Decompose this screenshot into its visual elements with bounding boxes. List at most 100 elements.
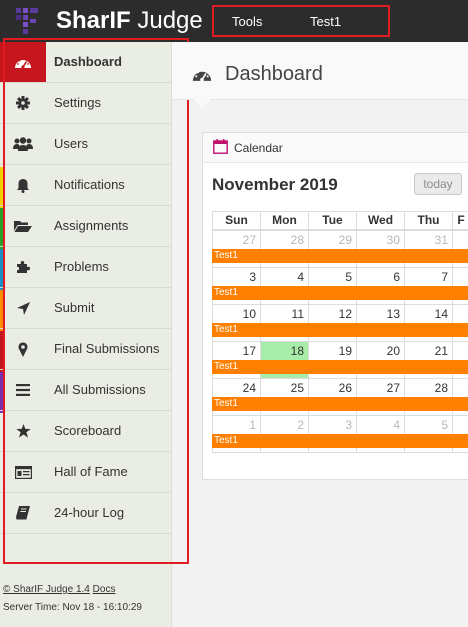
brand-name-bold: SharIF (56, 7, 131, 34)
puzzle-icon (0, 247, 46, 287)
calendar-day-number: 19 (338, 344, 352, 358)
calendar-event[interactable]: Test1 (212, 397, 468, 411)
gear-icon (0, 83, 46, 123)
sidebar-item-label: Problems (54, 259, 109, 274)
calendar-day-number: 21 (434, 344, 448, 358)
calendar-day-number: 10 (242, 307, 256, 321)
day-of-week-header: Tue (308, 211, 356, 230)
calendar-month-title: November 2019 (212, 175, 338, 194)
calendar-day-number: 4 (393, 418, 400, 432)
top-menu-tools[interactable]: Tools (232, 14, 262, 29)
calendar-day-number: 6 (393, 270, 400, 284)
calendar-day-number: 17 (242, 344, 256, 358)
server-time: Server Time: Nov 18 - 16:10:29 (3, 602, 142, 613)
calendar-day-number: 12 (338, 307, 352, 321)
top-navbar: SharIF Judge Tools Test1 (0, 0, 468, 42)
calendar-icon (213, 139, 228, 159)
location-arrow-icon (0, 288, 46, 328)
calendar-widget-title: Calendar (234, 141, 283, 155)
sidebar-item-users[interactable]: Users (0, 124, 172, 165)
calendar-day-number: 28 (434, 381, 448, 395)
calendar-day-number: 28 (290, 233, 304, 247)
users-icon (0, 124, 46, 164)
sidebar-item-scoreboard[interactable]: Scoreboard (0, 411, 172, 452)
sidebar-item-label: Dashboard (54, 54, 122, 69)
calendar-day-number: 29 (338, 233, 352, 247)
top-menu: Tools Test1 (212, 5, 390, 37)
sidebar-footer: © SharIF Judge 1.4 Docs Server Time: Nov… (3, 584, 142, 613)
sidebar-item-label: Final Submissions (54, 341, 160, 356)
calendar-day-number: 7 (441, 270, 448, 284)
day-of-week-header: Mon (260, 211, 308, 230)
sidebar-item-hall-of-fame[interactable]: Hall of Fame (0, 452, 172, 493)
calendar-day-number: 4 (297, 270, 304, 284)
sidebar-item-label: Settings (54, 95, 101, 110)
calendar-day-number: 31 (434, 233, 448, 247)
calendar-event[interactable]: Test1 (212, 434, 468, 448)
sidebar-item-label: All Submissions (54, 382, 146, 397)
calendar-day-number: 30 (386, 233, 400, 247)
sidebar-item-label: Hall of Fame (54, 464, 128, 479)
calendar-event[interactable]: Test1 (212, 360, 468, 374)
calendar-day-number: 26 (338, 381, 352, 395)
docs-link[interactable]: Docs (93, 584, 116, 595)
day-of-week-header: F (452, 211, 468, 230)
sidebar-item-label: Submit (54, 300, 95, 315)
calendar-day-number: 2 (297, 418, 304, 432)
star-icon (0, 411, 46, 451)
day-of-week-header: Wed (356, 211, 404, 230)
sidebar: Dashboard Settings Users Notifications A… (0, 42, 172, 627)
dashboard-icon (0, 42, 46, 82)
brand-name-rest: Judge (130, 7, 203, 34)
id-card-icon (0, 452, 46, 492)
calendar-day-number: 27 (242, 233, 256, 247)
calendar-bottom-border (212, 452, 468, 453)
calendar-day-number: 25 (290, 381, 304, 395)
calendar-widget: Calendar November 2019 today Sun Mon Tue We… (202, 132, 468, 480)
sidebar-item-24-hour-log[interactable]: 24-hour Log (0, 493, 172, 534)
sidebar-item-label: Users (54, 136, 88, 151)
sidebar-item-final-submissions[interactable]: Final Submissions (0, 329, 172, 370)
copyright-link[interactable]: © SharIF Judge 1.4 (3, 584, 90, 595)
list-icon (0, 370, 46, 410)
bell-icon (0, 165, 46, 205)
page-title: Dashboard (225, 63, 323, 85)
dashboard-icon (191, 66, 213, 87)
page-header: Dashboard (172, 42, 468, 100)
book-icon (0, 493, 46, 533)
sidebar-item-all-submissions[interactable]: All Submissions (0, 370, 172, 411)
calendar-day-number: 18 (290, 344, 304, 358)
calendar-day-number: 1 (249, 418, 256, 432)
calendar-day-number: 14 (434, 307, 448, 321)
sidebar-item-notifications[interactable]: Notifications (0, 165, 172, 206)
calendar-day-number: 11 (291, 307, 304, 321)
sidebar-item-dashboard[interactable]: Dashboard (0, 42, 172, 83)
calendar-event[interactable]: Test1 (212, 286, 468, 300)
today-button[interactable]: today (414, 173, 462, 195)
calendar-day-number: 5 (441, 418, 448, 432)
sidebar-item-label: Scoreboard (54, 423, 122, 438)
calendar-day-number: 3 (249, 270, 256, 284)
calendar-grid: Sun Mon Tue Wed Thu F 27 28 29 30 31 Test1 3 4 5 6 7 Test… (212, 211, 468, 453)
calendar-day-number: 5 (345, 270, 352, 284)
calendar-widget-header: Calendar (203, 133, 468, 163)
sidebar-item-assignments[interactable]: Assignments (0, 206, 172, 247)
calendar-event[interactable]: Test1 (212, 249, 468, 263)
sidebar-item-submit[interactable]: Submit (0, 288, 172, 329)
map-marker-icon (0, 329, 46, 369)
calendar-event[interactable]: Test1 (212, 323, 468, 337)
day-of-week-header: Sun (212, 211, 260, 230)
calendar-day-number: 24 (242, 381, 256, 395)
calendar-day-number: 27 (386, 381, 400, 395)
sidebar-item-label: Notifications (54, 177, 125, 192)
calendar-day-number: 3 (345, 418, 352, 432)
top-menu-test1[interactable]: Test1 (310, 14, 341, 29)
day-of-week-header: Thu (404, 211, 452, 230)
folder-open-icon (0, 206, 46, 246)
brand-name[interactable]: SharIF Judge (56, 7, 203, 35)
calendar-day-number: 20 (386, 344, 400, 358)
header-notch (193, 99, 211, 108)
logo-icon[interactable] (14, 8, 40, 34)
sidebar-item-settings[interactable]: Settings (0, 83, 172, 124)
sidebar-item-problems[interactable]: Problems (0, 247, 172, 288)
